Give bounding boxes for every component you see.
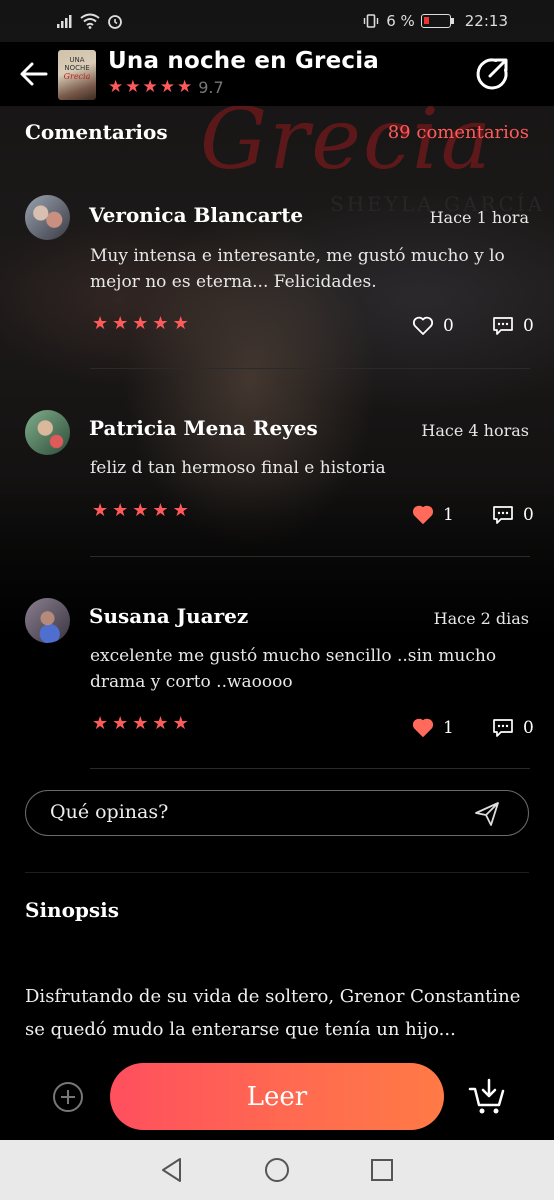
reply-button[interactable]: 0 xyxy=(492,505,534,525)
nav-recents-icon[interactable] xyxy=(368,1156,396,1184)
signal-icon xyxy=(57,15,72,28)
star-icon: ★ xyxy=(152,713,169,734)
book-cover-thumbnail[interactable]: UNA NOCHE Grecia xyxy=(58,50,96,100)
divider xyxy=(90,556,530,557)
nav-home-icon[interactable] xyxy=(263,1156,291,1184)
star-icon: ★ xyxy=(125,77,141,97)
nav-back-icon[interactable] xyxy=(158,1156,186,1184)
star-icon: ★ xyxy=(152,500,169,521)
star-icon: ★ xyxy=(112,713,129,734)
bottom-action-bar: Leer xyxy=(0,1055,554,1140)
like-count: 1 xyxy=(443,718,454,738)
vibrate-icon xyxy=(363,14,379,28)
like-count: 0 xyxy=(443,316,454,336)
like-button[interactable]: 0 xyxy=(412,316,454,336)
heart-filled-icon xyxy=(412,505,434,524)
commenter-name[interactable]: Susana Juarez xyxy=(89,604,248,628)
battery-percent: 6 % xyxy=(386,12,415,30)
star-icon: ★ xyxy=(177,77,193,97)
star-icon: ★ xyxy=(92,500,109,521)
comment-rating: ★ ★ ★ ★ ★ xyxy=(92,313,189,334)
comment-text: feliz d tan hermoso final e historia xyxy=(90,458,386,478)
download-cart-icon[interactable] xyxy=(468,1077,506,1117)
comment-icon xyxy=(493,317,513,335)
back-arrow-icon[interactable] xyxy=(18,58,50,90)
heart-filled-icon xyxy=(412,718,434,737)
reply-count: 0 xyxy=(523,505,534,525)
status-icons-left xyxy=(56,12,124,30)
heart-icon xyxy=(412,316,434,335)
star-icon: ★ xyxy=(108,77,124,97)
comment-icon xyxy=(493,506,513,524)
avatar[interactable] xyxy=(25,195,70,240)
synopsis-text: Disfrutando de su vida de soltero, Greno… xyxy=(25,986,521,1040)
comment-icon xyxy=(493,719,513,737)
comment-rating: ★ ★ ★ ★ ★ xyxy=(92,500,189,521)
rating-value: 9.7 xyxy=(198,78,224,97)
send-icon[interactable] xyxy=(474,801,500,827)
reply-count: 0 xyxy=(523,718,534,738)
book-title: Una noche en Grecia xyxy=(108,48,380,74)
star-icon: ★ xyxy=(172,500,189,521)
reply-button[interactable]: 0 xyxy=(492,718,534,738)
add-circle-icon[interactable] xyxy=(52,1081,84,1113)
like-button[interactable]: 1 xyxy=(412,718,454,738)
divider xyxy=(90,768,530,769)
comment-input-placeholder: Qué opinas? xyxy=(50,801,169,823)
commenter-name[interactable]: Patricia Mena Reyes xyxy=(89,416,318,440)
star-icon: ★ xyxy=(92,313,109,334)
comment-time: Hace 4 horas xyxy=(421,421,529,440)
divider xyxy=(25,872,529,873)
like-count: 1 xyxy=(443,505,454,525)
star-icon: ★ xyxy=(132,500,149,521)
comments-count-link[interactable]: 89 comentarios xyxy=(388,122,529,143)
comment-text: excelente me gustó mucho sencillo ..sin … xyxy=(90,646,497,692)
comment-rating: ★ ★ ★ ★ ★ xyxy=(92,713,189,734)
share-icon[interactable] xyxy=(474,56,510,92)
status-time: 22:13 xyxy=(464,12,508,30)
avatar[interactable] xyxy=(25,410,70,455)
divider xyxy=(90,368,530,369)
battery-icon xyxy=(420,14,454,28)
star-icon: ★ xyxy=(172,313,189,334)
star-icon: ★ xyxy=(142,77,158,97)
comment-time: Hace 1 hora xyxy=(429,208,529,227)
star-icon: ★ xyxy=(112,313,129,334)
comment-time: Hace 2 dias xyxy=(433,609,529,628)
like-button[interactable]: 1 xyxy=(412,505,454,525)
star-icon: ★ xyxy=(152,313,169,334)
comments-title: Comentarios xyxy=(25,120,168,144)
alarm-icon xyxy=(108,15,122,29)
star-icon: ★ xyxy=(112,500,129,521)
reply-button[interactable]: 0 xyxy=(492,316,534,336)
synopsis-title: Sinopsis xyxy=(25,898,120,922)
book-rating: ★ ★ ★ ★ ★ 9.7 xyxy=(108,78,224,97)
avatar[interactable] xyxy=(25,598,70,643)
reply-count: 0 xyxy=(523,316,534,336)
read-button[interactable]: Leer xyxy=(110,1063,444,1130)
star-icon: ★ xyxy=(132,713,149,734)
app-header: UNA NOCHE Grecia Una noche en Grecia ★ ★… xyxy=(0,42,554,106)
comment-text: Muy intensa e interesante, me gustó much… xyxy=(90,246,505,292)
wifi-icon xyxy=(80,13,100,29)
comment-input[interactable]: Qué opinas? xyxy=(25,790,529,836)
star-icon: ★ xyxy=(159,77,175,97)
system-nav-bar xyxy=(0,1140,554,1200)
star-icon: ★ xyxy=(172,713,189,734)
star-icon: ★ xyxy=(92,713,109,734)
star-icon: ★ xyxy=(132,313,149,334)
status-bar: 6 % 22:13 xyxy=(0,0,554,42)
commenter-name[interactable]: Veronica Blancarte xyxy=(89,203,303,227)
